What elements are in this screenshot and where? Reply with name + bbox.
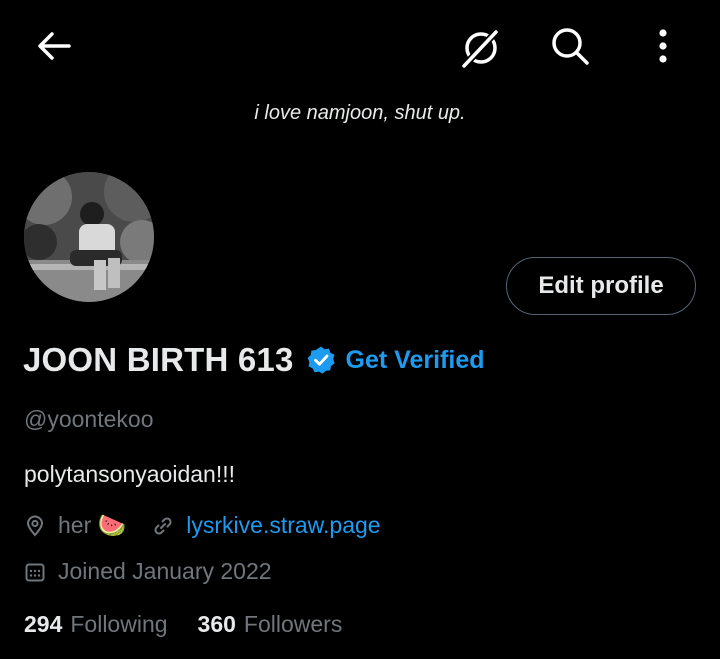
top-bar bbox=[0, 0, 720, 92]
profile-meta-row: her 🍉 lysrkive.straw.page bbox=[24, 512, 381, 539]
verified-badge-icon[interactable] bbox=[306, 345, 336, 375]
get-verified-link[interactable]: Get Verified bbox=[346, 346, 485, 375]
profile-website-link[interactable]: lysrkive.straw.page bbox=[186, 512, 380, 539]
following-label: Following bbox=[70, 611, 168, 637]
calendar-icon bbox=[24, 561, 46, 583]
follow-stats: 294 Following 360 Followers bbox=[24, 611, 342, 638]
search-icon[interactable] bbox=[544, 20, 596, 72]
profile-joined-row: Joined January 2022 bbox=[24, 558, 272, 585]
followers-count: 360 bbox=[197, 611, 236, 637]
location-pin-icon bbox=[24, 515, 46, 537]
profile-location: her 🍉 bbox=[58, 512, 127, 538]
following-link[interactable]: 294 Following bbox=[24, 611, 168, 638]
display-name: JOON BIRTH 613 bbox=[23, 341, 294, 378]
avatar[interactable] bbox=[24, 172, 154, 302]
following-count: 294 bbox=[24, 611, 63, 637]
followers-label: Followers bbox=[243, 611, 343, 637]
link-icon bbox=[152, 515, 174, 537]
grok-icon[interactable] bbox=[454, 22, 506, 74]
more-options-icon[interactable] bbox=[640, 20, 686, 72]
followers-link[interactable]: 360 Followers bbox=[198, 611, 343, 638]
profile-joined-date: Joined January 2022 bbox=[58, 558, 272, 584]
profile-handle: @yoontekoo bbox=[24, 406, 154, 432]
profile-bio: polytansonyaoidan!!! bbox=[24, 461, 235, 487]
banner-text: i love namjoon, shut up. bbox=[254, 102, 466, 124]
name-row: JOON BIRTH 613 Get Verified bbox=[23, 338, 485, 382]
edit-profile-button[interactable]: Edit profile bbox=[506, 257, 696, 315]
back-arrow-icon[interactable] bbox=[30, 22, 78, 70]
